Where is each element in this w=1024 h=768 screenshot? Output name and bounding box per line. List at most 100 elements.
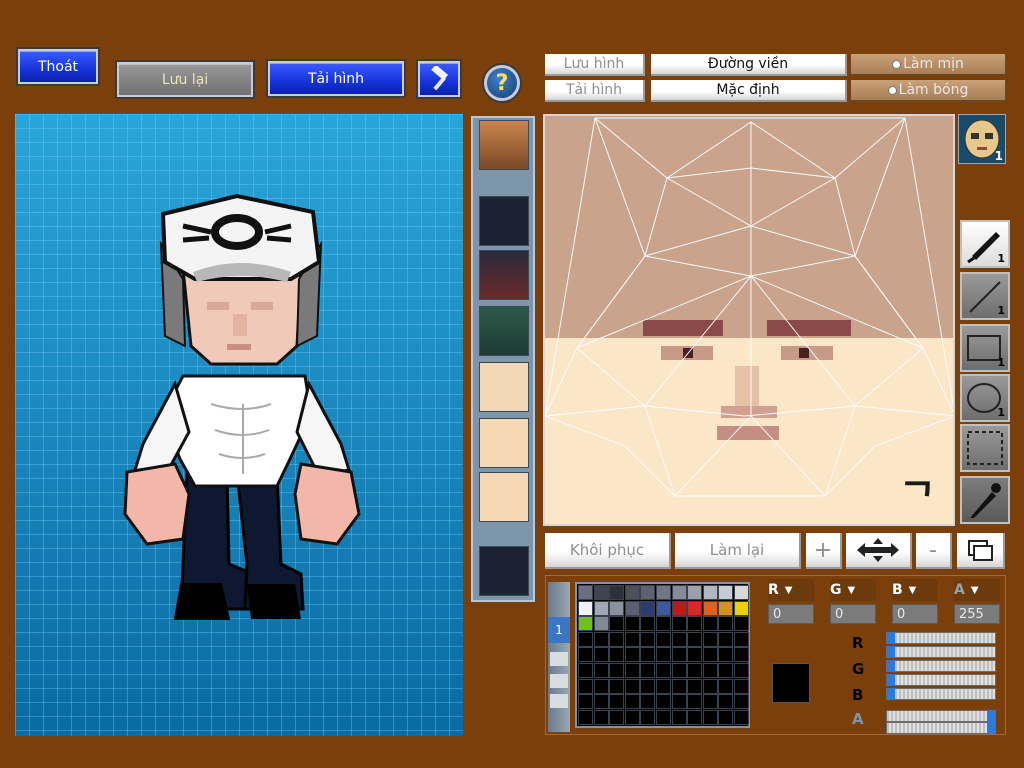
default-button[interactable]: Mặc định [651, 80, 847, 102]
palette-swatch[interactable] [718, 631, 734, 647]
slider-knob[interactable] [987, 722, 995, 734]
slider-knob[interactable] [987, 710, 995, 722]
part-thumb[interactable] [479, 362, 529, 412]
palette-swatch[interactable] [656, 678, 671, 694]
character-preview[interactable] [15, 114, 463, 736]
layers-button[interactable] [957, 533, 1005, 569]
palette-tab[interactable] [550, 674, 568, 688]
palette-swatch[interactable] [656, 616, 671, 632]
red-value-field[interactable]: 0 [768, 604, 814, 624]
slider-knob[interactable] [887, 688, 895, 700]
ellipse-tool[interactable]: 1 [960, 374, 1010, 422]
alpha-slider-b[interactable] [886, 722, 996, 734]
palette-swatch[interactable] [578, 694, 593, 710]
palette-swatch[interactable] [640, 616, 656, 632]
blue-slider[interactable] [886, 688, 996, 700]
palette-swatch[interactable] [640, 585, 656, 600]
palette-swatch[interactable] [609, 616, 625, 632]
shade-radio[interactable]: Làm bóng [851, 80, 1007, 102]
red-slider-b[interactable] [886, 646, 996, 658]
palette-swatch[interactable] [687, 631, 703, 647]
palette-swatch[interactable] [702, 678, 718, 694]
load-button[interactable]: Tải hình [268, 61, 404, 96]
selection-tool[interactable] [960, 424, 1010, 472]
red-channel-label[interactable]: R ▼ [768, 579, 814, 601]
slider-knob[interactable] [887, 674, 895, 686]
green-slider[interactable] [886, 660, 996, 672]
texture-canvas[interactable]: ᄀ [543, 114, 955, 526]
palette-swatch[interactable] [718, 694, 734, 710]
palette-swatch[interactable] [609, 709, 625, 725]
palette-swatch[interactable] [734, 678, 749, 694]
palette-swatch[interactable] [640, 647, 656, 663]
redo-button[interactable]: Làm lại [675, 533, 801, 569]
palette-swatch[interactable] [624, 663, 640, 678]
palette-swatch[interactable] [671, 585, 687, 600]
palette-swatch[interactable] [734, 631, 749, 647]
palette-swatch[interactable] [624, 709, 640, 725]
palette-swatch[interactable] [687, 585, 703, 600]
slider-knob[interactable] [887, 660, 895, 672]
zoom-out-button[interactable]: - [916, 533, 952, 569]
palette-tab-active[interactable]: 1 [548, 617, 570, 643]
palette-tab[interactable] [550, 652, 568, 666]
palette-swatch[interactable] [734, 709, 749, 725]
line-tool[interactable]: 1 [960, 272, 1010, 320]
part-thumb[interactable] [479, 472, 529, 522]
load-image-button[interactable]: Tải hình [545, 80, 645, 102]
palette-swatch[interactable] [687, 694, 703, 710]
palette-swatch[interactable] [702, 663, 718, 678]
palette-swatch[interactable] [687, 647, 703, 663]
palette-swatch[interactable] [734, 663, 749, 678]
palette-swatch[interactable] [624, 631, 640, 647]
palette-swatch[interactable] [578, 647, 593, 663]
alpha-value-field[interactable]: 255 [954, 604, 1000, 624]
palette-swatch[interactable] [687, 616, 703, 632]
palette-swatch[interactable] [656, 709, 671, 725]
palette-swatch[interactable] [624, 616, 640, 632]
palette-swatch[interactable] [578, 663, 593, 678]
palette-swatch[interactable] [578, 709, 593, 725]
palette-swatch[interactable] [702, 647, 718, 663]
palette-swatch[interactable] [656, 694, 671, 710]
palette-swatch[interactable] [656, 647, 671, 663]
palette-swatch[interactable] [687, 678, 703, 694]
alpha-slider[interactable] [886, 710, 996, 722]
green-value-field[interactable]: 0 [830, 604, 876, 624]
palette-swatch[interactable] [609, 663, 625, 678]
palette-swatch[interactable] [624, 694, 640, 710]
palette-swatch[interactable] [734, 585, 749, 600]
rectangle-tool[interactable]: 1 [960, 324, 1010, 372]
palette-swatch[interactable] [624, 585, 640, 600]
green-channel-label[interactable]: G ▼ [830, 579, 876, 601]
palette-swatch[interactable] [671, 647, 687, 663]
alpha-channel-label[interactable]: A ▼ [954, 579, 1000, 601]
palette-swatch[interactable] [593, 585, 609, 600]
palette-swatch[interactable] [671, 631, 687, 647]
outline-button[interactable]: Đường viền [651, 54, 847, 76]
palette-tab[interactable] [550, 694, 568, 708]
palette-swatch[interactable] [656, 663, 671, 678]
palette-swatch[interactable] [687, 709, 703, 725]
palette-swatch[interactable] [656, 585, 671, 600]
zoom-in-button[interactable]: + [806, 533, 842, 569]
palette-swatch[interactable] [593, 678, 609, 694]
palette-swatch[interactable] [702, 631, 718, 647]
palette-swatch[interactable] [578, 585, 593, 600]
palette-swatch[interactable] [734, 694, 749, 710]
restore-button[interactable]: Khôi phục [545, 533, 671, 569]
part-thumb[interactable] [479, 418, 529, 468]
part-thumb[interactable] [479, 250, 529, 300]
palette-swatch[interactable] [702, 600, 718, 616]
palette-swatch[interactable] [609, 585, 625, 600]
blue-channel-label[interactable]: B ▼ [892, 579, 938, 601]
palette-swatch[interactable] [578, 631, 593, 647]
palette-swatch[interactable] [671, 678, 687, 694]
green-slider-b[interactable] [886, 674, 996, 686]
palette-swatch[interactable] [593, 600, 609, 616]
palette-swatch[interactable] [609, 631, 625, 647]
palette-swatch[interactable] [656, 631, 671, 647]
palette-swatch[interactable] [702, 694, 718, 710]
palette-swatch[interactable] [640, 600, 656, 616]
save-image-button[interactable]: Lưu hình [545, 54, 645, 76]
